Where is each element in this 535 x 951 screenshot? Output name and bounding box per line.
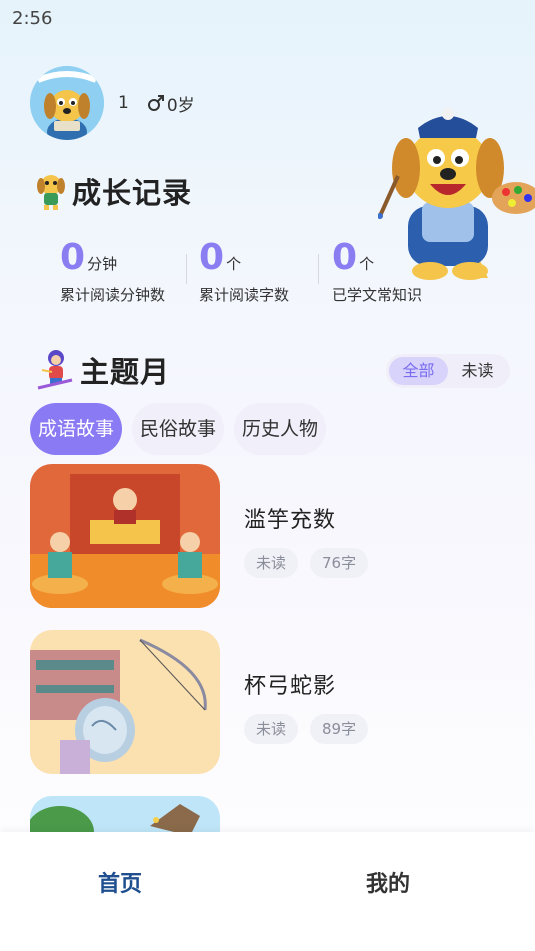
stat-reading-words: 0个 累计阅读字数 — [199, 238, 289, 305]
story-item[interactable]: 滥竽充数 未读 76字 — [30, 464, 510, 608]
story-thumbnail[interactable] — [30, 464, 220, 608]
profile-header[interactable]: 1 0岁 — [30, 66, 195, 140]
nav-mine-tab[interactable]: 我的 — [366, 866, 410, 898]
age-text: 0岁 — [166, 95, 195, 116]
story-thumbnail[interactable] — [30, 796, 220, 836]
category-tabs: 成语故事 民俗故事 历史人物 — [30, 403, 336, 455]
story-info: 杯弓蛇影 未读 89字 — [244, 668, 380, 744]
skiing-character-icon — [37, 350, 73, 390]
story-title: 滥竽充数 — [244, 508, 337, 533]
read-status-tag: 未读 — [244, 548, 299, 578]
male-icon — [147, 95, 164, 111]
stat-knowledge: 0个 已学文常知识 — [332, 238, 422, 305]
story-item[interactable] — [30, 796, 510, 836]
tab-folk-stories[interactable]: 民俗故事 — [132, 403, 225, 455]
stat-value: 0 — [199, 237, 225, 278]
story-item[interactable]: 杯弓蛇影 未读 89字 — [30, 630, 510, 774]
gender-age: 0岁 — [147, 91, 195, 116]
growth-title: 成长记录 — [72, 176, 193, 210]
story-thumbnail[interactable] — [30, 630, 220, 774]
word-count-tag: 76字 — [310, 548, 369, 578]
stat-label: 累计阅读分钟数 — [60, 286, 166, 304]
stat-divider — [318, 254, 319, 284]
stat-value: 0 — [60, 237, 86, 278]
tab-historical-figures[interactable]: 历史人物 — [234, 403, 327, 455]
tab-idiom-stories[interactable]: 成语故事 — [30, 403, 123, 455]
stat-label: 累计阅读字数 — [199, 286, 290, 304]
avatar[interactable] — [30, 66, 104, 140]
stat-value: 0 — [332, 237, 358, 278]
story-tags: 未读 76字 — [244, 548, 380, 578]
stat-unit: 分钟 — [87, 255, 118, 273]
read-status-tag: 未读 — [244, 714, 299, 744]
story-tags: 未读 89字 — [244, 714, 380, 744]
story-title: 杯弓蛇影 — [244, 674, 337, 699]
stat-reading-minutes: 0 分钟 累计阅读分钟数 — [60, 238, 165, 305]
nav-home-tab[interactable]: 首页 — [98, 866, 142, 898]
stat-label: 已学文常知识 — [332, 286, 423, 304]
filter-unread-button[interactable]: 未读 — [448, 357, 507, 385]
status-time: 2:56 — [12, 8, 53, 29]
theme-title: 主题月 — [80, 355, 171, 389]
profile-name: 1 — [118, 93, 129, 113]
theme-section-header: 主题月 — [36, 348, 170, 392]
story-info: 滥竽充数 未读 76字 — [244, 502, 380, 578]
stat-unit: 个 — [359, 255, 375, 273]
filter-all-button[interactable]: 全部 — [389, 357, 448, 385]
word-count-tag: 89字 — [310, 714, 369, 744]
read-filter-toggle[interactable]: 全部 未读 — [386, 354, 510, 388]
stat-unit: 个 — [226, 255, 242, 273]
bottom-navigation: 首页 我的 — [0, 832, 535, 951]
stat-divider — [186, 254, 187, 284]
growth-section-header: 成长记录 — [36, 170, 192, 212]
dog-mascot-icon — [37, 175, 65, 210]
